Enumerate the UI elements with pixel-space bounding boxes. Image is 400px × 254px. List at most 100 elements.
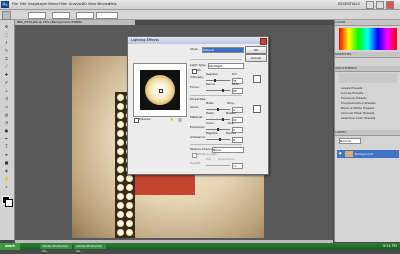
ambience-slider[interactable] <box>206 139 230 140</box>
adjustment-icons-row[interactable] <box>339 73 397 83</box>
current-tool-icon[interactable] <box>2 11 11 20</box>
ambient-color-swatch[interactable] <box>253 105 261 113</box>
eyedropper-tool-icon[interactable]: ⁄ <box>2 64 11 70</box>
white-is-high-label: White is high <box>197 152 217 156</box>
background-color-swatch[interactable] <box>5 199 13 207</box>
ambience-slider-knob[interactable] <box>219 138 221 141</box>
blend-mode-select[interactable]: Normal <box>339 138 361 144</box>
option-field-2[interactable] <box>52 12 70 19</box>
3d-rotate-tool-icon[interactable]: ◈ <box>2 168 11 174</box>
stamp-tool-icon[interactable]: ⊥ <box>2 88 11 94</box>
intensity-slider[interactable] <box>206 80 230 81</box>
option-field-4[interactable] <box>96 12 118 19</box>
path-select-tool-icon[interactable]: ➤ <box>2 152 11 158</box>
tools-panel: ✥ ⬚ ℓ ✎ ⌗ ⁄ ✚ ✐ ⊥ ↺ ▭ ▤ ◔ ● ✒ T ➤ ■ ◈ ✋ … <box>0 20 15 240</box>
shape-tool-icon[interactable]: ■ <box>2 160 11 166</box>
maximize-icon[interactable] <box>376 1 384 9</box>
adjustment-preset-item[interactable]: Levels Presets <box>341 86 362 90</box>
eraser-tool-icon[interactable]: ▭ <box>2 104 11 110</box>
layer-row-background[interactable]: ● Background <box>337 150 399 158</box>
height-slider[interactable] <box>206 165 230 166</box>
menu-3d[interactable]: 3D <box>82 1 87 8</box>
menu-file[interactable]: File <box>12 1 18 8</box>
healing-tool-icon[interactable]: ✚ <box>2 72 11 78</box>
adjustment-preset-item[interactable]: Channel Mixer Presets <box>341 111 374 115</box>
marquee-tool-icon[interactable]: ⬚ <box>2 32 11 38</box>
crop-tool-icon[interactable]: ⌗ <box>2 56 11 62</box>
dodge-tool-icon[interactable]: ● <box>2 128 11 134</box>
eye-icon[interactable]: ● <box>339 151 342 156</box>
exposure-right-label: Over <box>228 122 235 125</box>
taskbar-item[interactable]: Adobe Photoshop CS... <box>74 244 106 253</box>
material-slider[interactable] <box>206 119 230 120</box>
brush-tool-icon[interactable]: ✐ <box>2 80 11 86</box>
panel-tab-swatches-label: SWATCHES <box>335 52 352 56</box>
minimize-icon[interactable] <box>366 1 374 9</box>
cancel-button[interactable]: Cancel <box>245 54 267 62</box>
lighting-effects-dialog: Lighting Effects Style: Default OK Cance… <box>127 36 269 175</box>
ambience-label: Ambience: <box>190 135 206 139</box>
gloss-left-label: Matte <box>206 102 214 105</box>
workspace-switcher[interactable]: ESSENTIALS <box>338 1 360 8</box>
focus-slider-knob[interactable] <box>222 89 224 92</box>
option-field-3[interactable] <box>76 12 94 19</box>
adjustment-preset-item[interactable]: Black & White Presets <box>341 106 374 110</box>
marquee-bulb <box>117 130 124 137</box>
pen-tool-icon[interactable]: ✒ <box>2 136 11 142</box>
gloss-slider-knob[interactable] <box>217 108 219 111</box>
panel-tab-color[interactable]: COLOR <box>335 20 400 26</box>
blur-tool-icon[interactable]: ◔ <box>2 120 11 126</box>
light-bulb-icon[interactable]: ✷ <box>170 117 175 122</box>
menu-analysis[interactable]: Analysis <box>69 1 83 8</box>
history-brush-tool-icon[interactable]: ↺ <box>2 96 11 102</box>
taskbar-item[interactable]: Adobe Photoshop CS... <box>40 244 72 253</box>
style-select[interactable]: Default <box>202 47 244 53</box>
marquee-bulb <box>117 121 124 128</box>
quick-select-tool-icon[interactable]: ✎ <box>2 48 11 54</box>
start-button[interactable]: start <box>0 243 20 250</box>
light-handle-center[interactable] <box>159 89 163 93</box>
zoom-tool-icon[interactable]: ⌕ <box>2 184 11 190</box>
adjustment-preset-item[interactable]: Exposure Presets <box>341 96 367 100</box>
exposure-slider-knob[interactable] <box>217 128 219 131</box>
focus-right-label: Wide <box>232 83 239 86</box>
color-spectrum[interactable] <box>339 28 397 50</box>
preview-area[interactable] <box>133 63 187 117</box>
panel-tab-adjustments[interactable]: ADJUSTMENTS <box>335 66 400 72</box>
adjustment-preset-item[interactable]: Curves Presets <box>341 91 363 95</box>
move-tool-icon[interactable]: ✥ <box>2 24 11 30</box>
height-value[interactable]: 50 <box>232 163 243 169</box>
light-type-select[interactable]: Spotlight <box>208 63 244 69</box>
lasso-tool-icon[interactable]: ℓ <box>2 40 11 46</box>
adjustment-preset-item[interactable]: Hue/Saturation Presets <box>341 101 376 105</box>
exposure-left-label: Under <box>206 122 214 125</box>
dialog-title-bar[interactable]: Lighting Effects <box>128 37 268 45</box>
menu-edit[interactable]: Edit <box>20 1 27 8</box>
trash-icon[interactable]: ▥ <box>178 117 183 122</box>
dialog-title: Lighting Effects <box>131 38 159 42</box>
intensity-slider-knob[interactable] <box>214 79 216 82</box>
ambience-value[interactable]: 8 <box>232 137 243 143</box>
close-icon[interactable] <box>386 1 394 9</box>
menu-select[interactable]: Select <box>48 1 58 8</box>
focus-value[interactable]: 69 <box>232 88 243 94</box>
ok-button[interactable]: OK <box>245 46 267 54</box>
panel-tab-layers[interactable]: LAYERS <box>335 130 400 136</box>
menu-layer[interactable]: Layer <box>38 1 47 8</box>
menu-help[interactable]: Help <box>109 1 117 8</box>
material-slider-knob[interactable] <box>222 118 224 121</box>
preview-image[interactable] <box>140 70 180 110</box>
hand-tool-icon[interactable]: ✋ <box>2 176 11 182</box>
gradient-tool-icon[interactable]: ▤ <box>2 112 11 118</box>
option-field-1[interactable] <box>28 12 46 19</box>
type-tool-icon[interactable]: T <box>2 144 11 150</box>
menu-filter[interactable]: Filter <box>59 1 67 8</box>
dialog-close-icon[interactable] <box>260 38 267 45</box>
adjustment-preset-item[interactable]: Selective Color Presets <box>341 116 375 120</box>
focus-slider[interactable] <box>206 90 230 91</box>
panel-tab-swatches[interactable]: SWATCHES <box>335 52 400 58</box>
light-color-swatch[interactable] <box>253 75 261 83</box>
focus-label: Focus: <box>190 85 200 89</box>
menu-view[interactable]: View <box>88 1 96 8</box>
marquee-bulb <box>117 139 124 146</box>
